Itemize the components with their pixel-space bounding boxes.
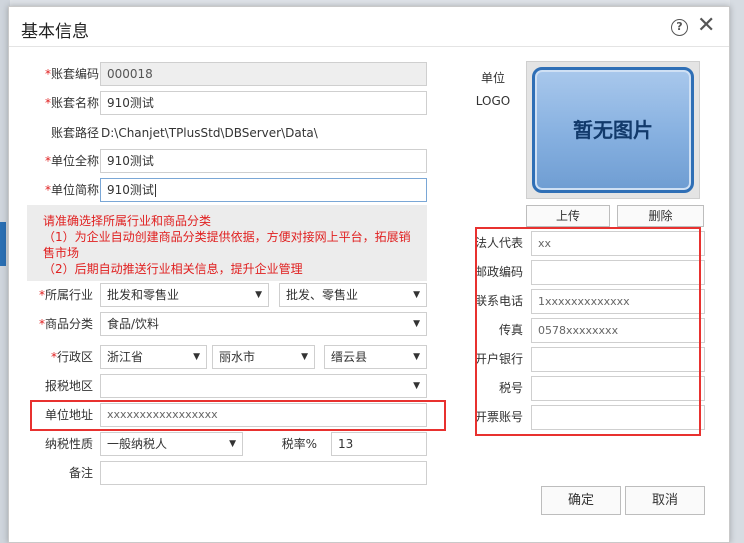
county-select-value: 缙云县: [331, 350, 368, 364]
dropdown-arrow-icon: ▼: [255, 290, 262, 300]
basic-info-dialog: 基本信息 ? ✕ *账套编码 000018 *账套名称 910测试 账套路径 D…: [8, 6, 730, 543]
industry-select[interactable]: 批发和零售业 ▼: [100, 283, 269, 307]
unit-address-field[interactable]: xxxxxxxxxxxxxxxxx: [100, 403, 427, 427]
unit-short-name-value: 910测试: [107, 183, 154, 197]
legal-rep-label: 法人代表: [474, 236, 523, 250]
logo-label-line2: LOGO: [475, 94, 511, 108]
industry-sub-select[interactable]: 批发、零售业 ▼: [279, 283, 427, 307]
notice-line-2: （1）为企业自动创建商品分类提供依据，方便对接网上平台，拓展销售市场: [43, 230, 411, 260]
unit-full-name-field[interactable]: 910测试: [100, 149, 427, 173]
goods-category-select[interactable]: 食品/饮料 ▼: [100, 312, 427, 336]
account-path-label: 账套路径: [50, 126, 99, 140]
tax-number-field[interactable]: [531, 376, 705, 401]
fax-field[interactable]: 0578xxxxxxxx: [531, 318, 705, 343]
logo-placeholder-image: 暂无图片: [532, 67, 694, 193]
account-code-field: 000018: [100, 62, 427, 86]
dropdown-arrow-icon: ▼: [413, 381, 420, 391]
unit-short-name-field[interactable]: 910测试: [100, 178, 427, 202]
dropdown-arrow-icon: ▼: [301, 352, 308, 362]
text-caret: [154, 184, 156, 197]
goods-category-select-value: 食品/饮料: [107, 317, 160, 331]
notice-line-1: 请准确选择所属行业和商品分类: [43, 214, 212, 228]
dropdown-arrow-icon: ▼: [193, 352, 200, 362]
city-select[interactable]: 丽水市 ▼: [212, 345, 315, 369]
cancel-button[interactable]: 取消: [625, 486, 705, 515]
notice-line-3: （2）后期自动推送行业相关信息，提升企业管理: [43, 262, 303, 276]
logo-label: 单位 LOGO: [469, 67, 517, 113]
taxpayer-type-select-value: 一般纳税人: [107, 437, 168, 451]
confirm-button[interactable]: 确定: [541, 486, 621, 515]
close-icon[interactable]: ✕: [697, 13, 715, 39]
unit-address-label: 单位地址: [44, 408, 93, 422]
county-select[interactable]: 缙云县 ▼: [324, 345, 427, 369]
taxpayer-type-select[interactable]: 一般纳税人 ▼: [100, 432, 243, 456]
industry-notice: 请准确选择所属行业和商品分类 （1）为企业自动创建商品分类提供依据，方便对接网上…: [27, 205, 427, 281]
delete-logo-button[interactable]: 删除: [617, 205, 704, 227]
tax-rate-label: 税率%: [281, 437, 317, 451]
tax-rate-field[interactable]: 13: [331, 432, 427, 456]
dropdown-arrow-icon: ▼: [413, 352, 420, 362]
region-label: *行政区: [50, 350, 93, 364]
account-name-field[interactable]: 910测试: [100, 91, 427, 115]
background-nav-highlight: [0, 222, 6, 266]
postal-code-label: 邮政编码: [474, 265, 523, 279]
postal-code-field[interactable]: [531, 260, 705, 285]
invoice-account-label: 开票账号: [474, 410, 523, 424]
account-path-value: D:\Chanjet\TPlusStd\DBServer\Data\: [101, 126, 318, 140]
dropdown-arrow-icon: ▼: [413, 319, 420, 329]
goods-category-label: *商品分类: [38, 317, 93, 331]
province-select-value: 浙江省: [107, 350, 144, 364]
industry-sub-select-value: 批发、零售业: [286, 288, 359, 302]
remark-field[interactable]: [100, 461, 427, 485]
tax-number-label: 税号: [498, 381, 523, 395]
upload-logo-button[interactable]: 上传: [526, 205, 610, 227]
city-select-value: 丽水市: [219, 350, 256, 364]
taxpayer-type-label: 纳税性质: [44, 437, 93, 451]
bank-field[interactable]: [531, 347, 705, 372]
dialog-title: 基本信息: [21, 22, 89, 42]
invoice-account-field[interactable]: [531, 405, 705, 430]
industry-select-value: 批发和零售业: [107, 288, 180, 302]
dropdown-arrow-icon: ▼: [413, 290, 420, 300]
account-name-label: *账套名称: [44, 96, 99, 110]
bank-label: 开户银行: [474, 352, 523, 366]
province-select[interactable]: 浙江省 ▼: [100, 345, 207, 369]
background-panel-right: [730, 0, 744, 543]
logo-label-line1: 单位: [480, 71, 505, 85]
logo-image-frame: 暂无图片: [526, 61, 700, 199]
help-icon[interactable]: ?: [671, 19, 688, 36]
dialog-title-bar: 基本信息 ? ✕: [9, 7, 729, 47]
tax-region-label: 报税地区: [44, 379, 93, 393]
unit-short-name-label: *单位简称: [44, 183, 99, 197]
unit-full-name-label: *单位全称: [44, 154, 99, 168]
account-code-label: *账套编码: [44, 67, 99, 81]
tax-region-select[interactable]: ▼: [100, 374, 427, 398]
phone-label: 联系电话: [474, 294, 523, 308]
phone-field[interactable]: 1xxxxxxxxxxxxx: [531, 289, 705, 314]
legal-rep-field[interactable]: xx: [531, 231, 705, 256]
industry-label: *所属行业: [38, 288, 93, 302]
remark-label: 备注: [68, 466, 93, 480]
fax-label: 传真: [498, 323, 523, 337]
